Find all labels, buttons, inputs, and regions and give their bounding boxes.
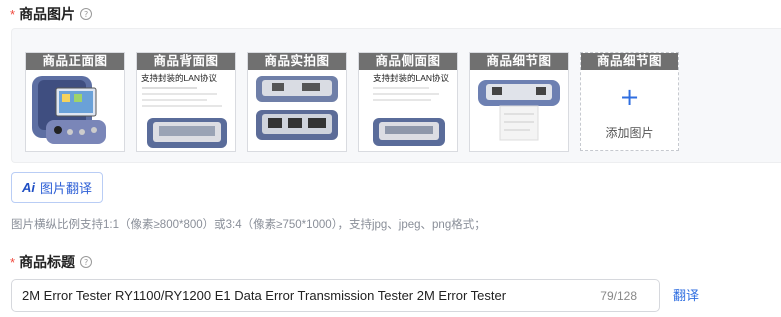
thumbnail-label: 商品背面图 (137, 53, 235, 70)
plus-icon: + (619, 83, 640, 111)
thumbnail-caption: 支持封装的LAN协议 (141, 73, 218, 83)
handheld-tester-front-image (26, 70, 124, 151)
tester-back-with-text-image: 支持封装的LAN协议 (137, 70, 235, 151)
thumbnail-caption: 支持封装的LAN协议 (373, 73, 450, 83)
image-translate-label: 图片翻译 (39, 181, 92, 196)
thumbnail-label: 商品细节图 (581, 53, 678, 70)
product-title-label: * 商品标题 ? (10, 252, 93, 272)
product-title-heading: 商品标题 (19, 254, 76, 270)
image-requirements-hint: 图片横纵比例支持1:1（像素≥800*800）或3:4（像素≥750*1000）… (11, 219, 486, 231)
add-image-slot[interactable]: 商品细节图 + 添加图片 (580, 52, 679, 151)
product-images-label: * 商品图片 ? (10, 4, 93, 24)
required-mark: * (10, 254, 16, 270)
image-translate-button[interactable]: Ai 图片翻译 (11, 172, 103, 203)
product-thumbnail[interactable]: 支持封装的LAN协议 商品侧面图 (358, 52, 458, 152)
product-title-value[interactable]: 2M Error Tester RY1100/RY1200 E1 Data Er… (22, 288, 600, 303)
product-images-panel: 商品正面图 支持封装的LAN协议 商品背面图 商品实拍图 支持封装的LAN协议 … (11, 28, 781, 163)
ai-icon: Ai (21, 180, 35, 195)
translate-link[interactable]: 翻译 (673, 285, 699, 304)
thumbnail-label: 商品侧面图 (359, 53, 457, 70)
character-counter: 79/128 (600, 288, 637, 303)
product-title-input[interactable]: 2M Error Tester RY1100/RY1200 E1 Data Er… (11, 279, 660, 312)
product-thumbnail[interactable]: 商品实拍图 (247, 52, 347, 152)
product-thumbnail[interactable]: 支持封装的LAN协议 商品背面图 (136, 52, 236, 152)
product-thumbnail[interactable]: 商品正面图 (25, 52, 125, 152)
tester-side-with-text-image: 支持封装的LAN协议 (359, 70, 457, 151)
thumbnail-label: 商品细节图 (470, 53, 568, 70)
product-images-title: 商品图片 (19, 6, 76, 22)
help-circle-icon[interactable]: ? (80, 8, 93, 20)
required-mark: * (10, 6, 16, 22)
tester-detail-printer-image (470, 70, 568, 151)
help-circle-icon[interactable]: ? (80, 256, 93, 268)
thumbnail-label: 商品正面图 (26, 53, 124, 70)
add-image-text: 添加图片 (605, 126, 654, 140)
two-testers-photo-image (248, 70, 346, 151)
thumbnail-label: 商品实拍图 (248, 53, 346, 70)
product-thumbnail[interactable]: 商品细节图 (469, 52, 569, 152)
